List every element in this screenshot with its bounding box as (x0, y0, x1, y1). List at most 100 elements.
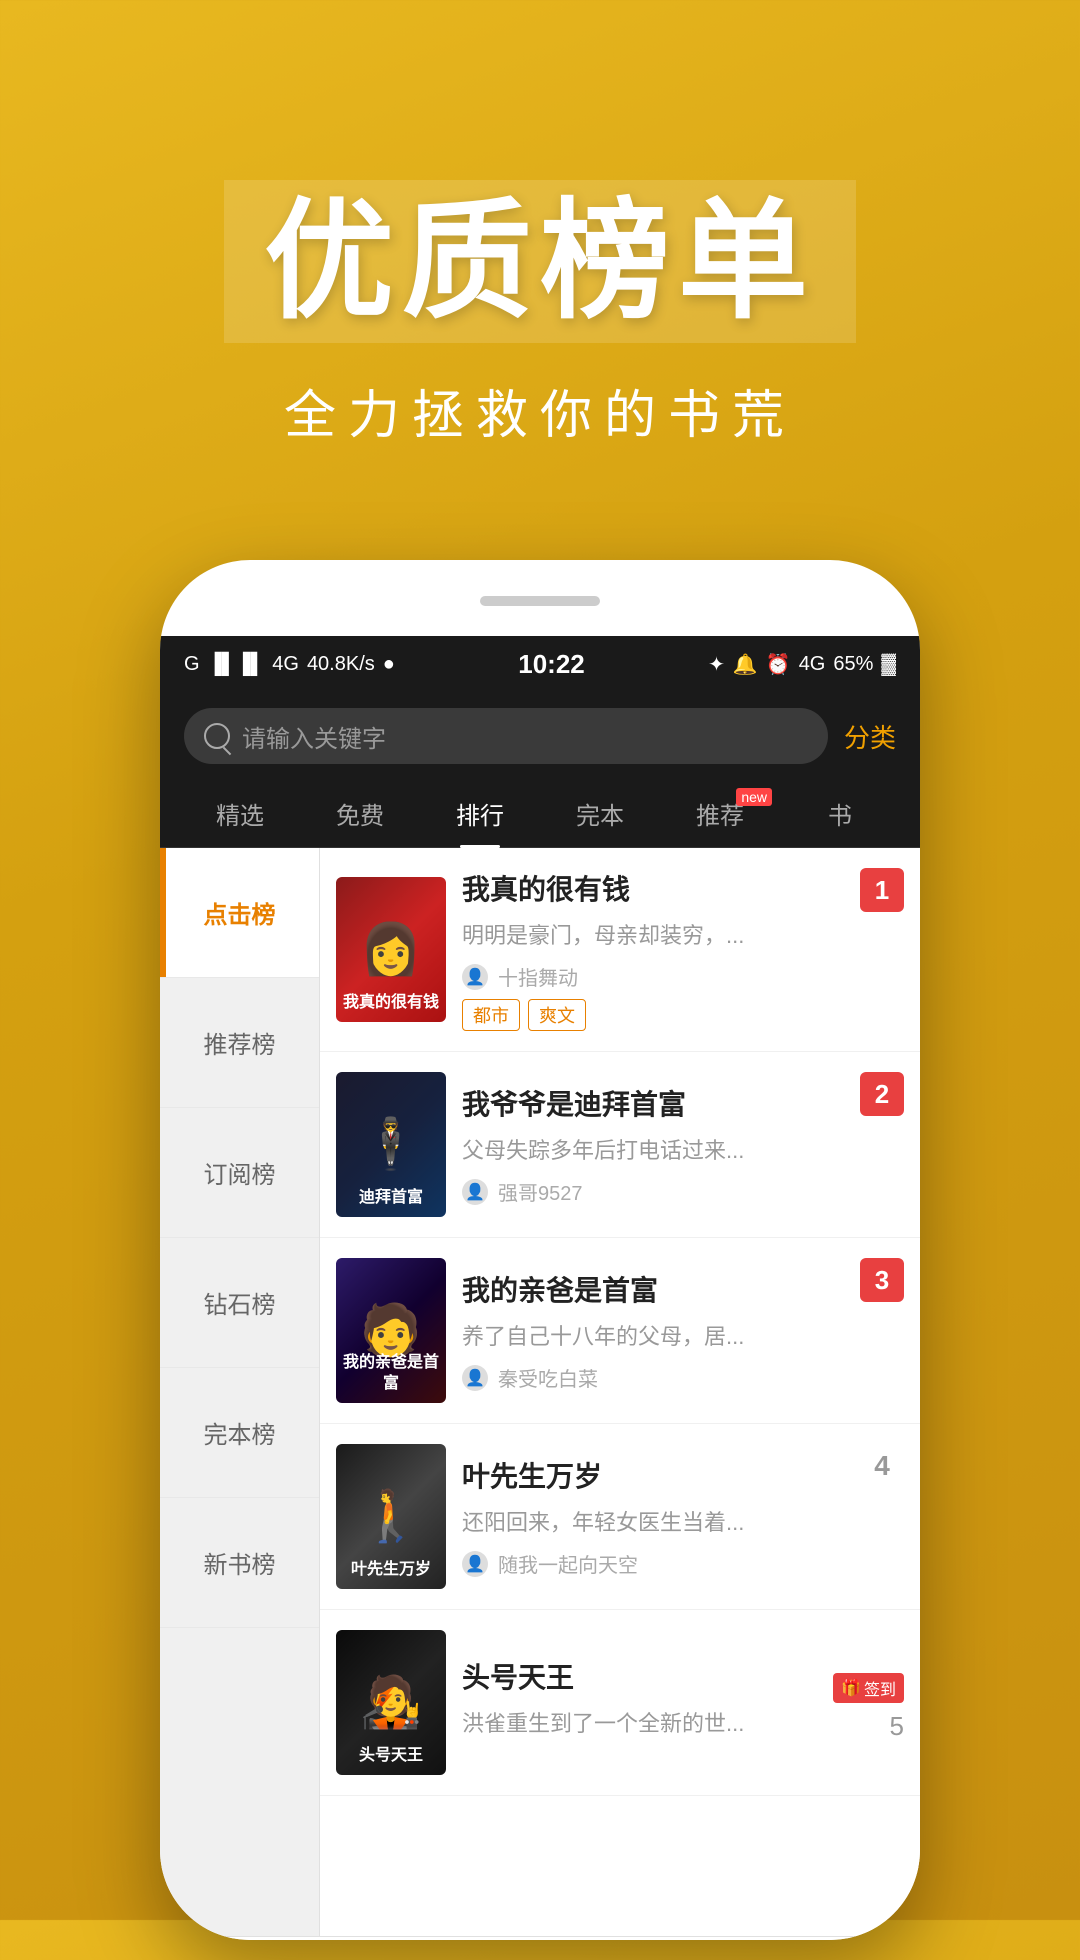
book-info-5: 头号天王 洪雀重生到了一个全新的世... (462, 1656, 817, 1750)
book-item-1[interactable]: 👩 我真的很有钱 我真的很有钱 明明是豪门，母亲却装穷，... 👤 十指舞动 都… (320, 848, 920, 1052)
network-type: 4G (272, 653, 299, 676)
sign-in-badge[interactable]: 🎁 签到 (833, 1673, 904, 1703)
sidebar-item-click-rank[interactable]: 点击榜 (160, 848, 319, 978)
book-desc-4: 还阳回来，年轻女医生当着... (462, 1505, 904, 1537)
book-desc-5: 洪雀重生到了一个全新的世... (462, 1706, 817, 1738)
clock-icon: ⏰ (766, 652, 791, 677)
book-author-row-1: 👤 十指舞动 (462, 962, 904, 991)
book-cover-4: 🚶 叶先生万岁 (336, 1444, 446, 1589)
new-badge: new (736, 788, 772, 806)
book-title-3: 我的亲爸是首富 (462, 1269, 904, 1309)
author-icon-3: 👤 (462, 1365, 488, 1391)
network-4g: 4G (799, 653, 826, 676)
book-desc-2: 父母失踪多年后打电话过来... (462, 1133, 904, 1165)
tab-tuijian[interactable]: 推荐 new (660, 780, 780, 848)
left-sidebar: 点击榜 推荐榜 订阅榜 钻石榜 完本榜 新书榜 (160, 848, 320, 1936)
book-author-row-2: 👤 强哥9527 (462, 1177, 904, 1206)
bottom-nav: 🏠 书城 📑 书架 🧭 发现 👤 我的 (160, 1936, 920, 1940)
sidebar-item-complete-rank[interactable]: 完本榜 (160, 1368, 319, 1498)
nav-item-bookshelf[interactable]: 📑 书架 (350, 1937, 540, 1941)
search-input-box[interactable]: 请输入关键字 (184, 708, 828, 764)
search-placeholder: 请输入关键字 (242, 719, 386, 754)
book-info-3: 我的亲爸是首富 养了自己十八年的父母，居... 👤 秦受吃白菜 (462, 1269, 904, 1392)
signal-bars: ▐▌▐▌ (208, 653, 265, 676)
author-icon-1: 👤 (462, 964, 488, 990)
sidebar-item-new-rank[interactable]: 新书榜 (160, 1498, 319, 1628)
book-item-4[interactable]: 🚶 叶先生万岁 叶先生万岁 还阳回来，年轻女医生当着... 👤 随我一起向天空 … (320, 1424, 920, 1610)
book-info-4: 叶先生万岁 还阳回来，年轻女医生当着... 👤 随我一起向天空 (462, 1455, 904, 1578)
book-author-row-4: 👤 随我一起向天空 (462, 1549, 904, 1578)
book-info-2: 我爷爷是迪拜首富 父母失踪多年后打电话过来... 👤 强哥9527 (462, 1083, 904, 1206)
nav-item-bookstore[interactable]: 🏠 书城 (160, 1937, 350, 1941)
status-left: G ▐▌▐▌ 4G 40.8K/s ● (184, 653, 395, 676)
signal-icon: G (184, 653, 200, 676)
phone-speaker (480, 596, 600, 606)
status-time: 10:22 (518, 649, 585, 680)
book-author-3: 秦受吃白菜 (498, 1363, 598, 1392)
rank-badge-1: 1 (860, 868, 904, 912)
nav-item-profile[interactable]: 👤 我的 (730, 1937, 920, 1941)
sidebar-item-diamond-rank[interactable]: 钻石榜 (160, 1238, 319, 1368)
hero-subtitle: 全力拯救你的书荒 (0, 373, 1080, 448)
hero-title: 优质榜单 (224, 180, 856, 343)
tab-more[interactable]: 书 (780, 780, 900, 848)
book-author-2: 强哥9527 (498, 1177, 583, 1206)
book-title-4: 叶先生万岁 (462, 1455, 904, 1495)
status-bar: G ▐▌▐▌ 4G 40.8K/s ● 10:22 ✦ 🔔 ⏰ 4G 65% ▓ (160, 636, 920, 692)
content-area: 点击榜 推荐榜 订阅榜 钻石榜 完本榜 新书榜 (160, 848, 920, 1936)
book-cover-3: 🧑 我的亲爸是首富 (336, 1258, 446, 1403)
book-author-1: 十指舞动 (498, 962, 578, 991)
book-cover-5: 🧑‍🎤 头号天王 (336, 1630, 446, 1775)
book-title-5: 头号天王 (462, 1656, 817, 1696)
sign-label: 签到 (864, 1676, 896, 1700)
book-title-2: 我爷爷是迪拜首富 (462, 1083, 904, 1123)
rank-badge-3: 3 (860, 1258, 904, 1302)
hero-section: 优质榜单 全力拯救你的书荒 (0, 0, 1080, 508)
tab-mianfei[interactable]: 免费 (300, 780, 420, 848)
book-cover-2: 🕴️ 迪拜首富 (336, 1072, 446, 1217)
rank-number-5: 5 (890, 1711, 904, 1742)
nav-item-discover[interactable]: 🧭 发现 (540, 1937, 730, 1941)
bluetooth-icon: ✦ (708, 652, 725, 677)
battery-icon: ▓ (881, 653, 896, 676)
book-item-3[interactable]: 🧑 我的亲爸是首富 我的亲爸是首富 养了自己十八年的父母，居... 👤 秦受吃白… (320, 1238, 920, 1424)
cover-text-5: 头号天王 (342, 1746, 440, 1767)
rank-area-5: 🎁 签到 5 (833, 1663, 904, 1742)
tab-jingxuan[interactable]: 精选 (180, 780, 300, 848)
sidebar-item-subscribe-rank[interactable]: 订阅榜 (160, 1108, 319, 1238)
cover-text-4: 叶先生万岁 (342, 1560, 440, 1581)
book-item-2[interactable]: 🕴️ 迪拜首富 我爷爷是迪拜首富 父母失踪多年后打电话过来... 👤 强哥952… (320, 1052, 920, 1238)
cover-text-1: 我真的很有钱 (342, 993, 440, 1014)
classify-button[interactable]: 分类 (844, 718, 896, 755)
book-item-5[interactable]: 🧑‍🎤 头号天王 头号天王 洪雀重生到了一个全新的世... 🎁 签到 5 (320, 1610, 920, 1796)
rank-badge-2: 2 (860, 1072, 904, 1116)
book-desc-1: 明明是豪门，母亲却装穷，... (462, 918, 904, 950)
book-author-4: 随我一起向天空 (498, 1549, 638, 1578)
book-title-1: 我真的很有钱 (462, 868, 904, 908)
author-icon-2: 👤 (462, 1179, 488, 1205)
book-cover-1: 👩 我真的很有钱 (336, 877, 446, 1022)
cover-text-2: 迪拜首富 (342, 1188, 440, 1209)
gift-icon: 🎁 (841, 1678, 861, 1698)
book-tag-urban: 都市 (462, 999, 520, 1031)
speed-indicator: 40.8K/s (307, 653, 375, 676)
tab-paihang[interactable]: 排行 (420, 780, 540, 848)
book-desc-3: 养了自己十八年的父母，居... (462, 1319, 904, 1351)
sidebar-item-recommend-rank[interactable]: 推荐榜 (160, 978, 319, 1108)
dot-icon: ● (383, 653, 395, 676)
book-tag-shuang: 爽文 (528, 999, 586, 1031)
book-tags-1: 都市 爽文 (462, 999, 904, 1031)
rank-badge-4: 4 (860, 1444, 904, 1488)
battery-percent: 65% (833, 653, 873, 676)
book-list: 👩 我真的很有钱 我真的很有钱 明明是豪门，母亲却装穷，... 👤 十指舞动 都… (320, 848, 920, 1936)
phone-outer: G ▐▌▐▌ 4G 40.8K/s ● 10:22 ✦ 🔔 ⏰ 4G 65% ▓… (160, 560, 920, 1940)
status-right: ✦ 🔔 ⏰ 4G 65% ▓ (708, 652, 896, 677)
search-icon (204, 723, 230, 749)
book-info-1: 我真的很有钱 明明是豪门，母亲却装穷，... 👤 十指舞动 都市 爽文 (462, 868, 904, 1031)
tab-wanben[interactable]: 完本 (540, 780, 660, 848)
phone-mockup: G ▐▌▐▌ 4G 40.8K/s ● 10:22 ✦ 🔔 ⏰ 4G 65% ▓… (160, 560, 920, 1960)
alarm-icon: 🔔 (733, 652, 758, 677)
search-section: 请输入关键字 分类 (160, 692, 920, 780)
cover-text-3: 我的亲爸是首富 (342, 1353, 440, 1395)
tab-bar: 精选 免费 排行 完本 推荐 new 书 (160, 780, 920, 848)
